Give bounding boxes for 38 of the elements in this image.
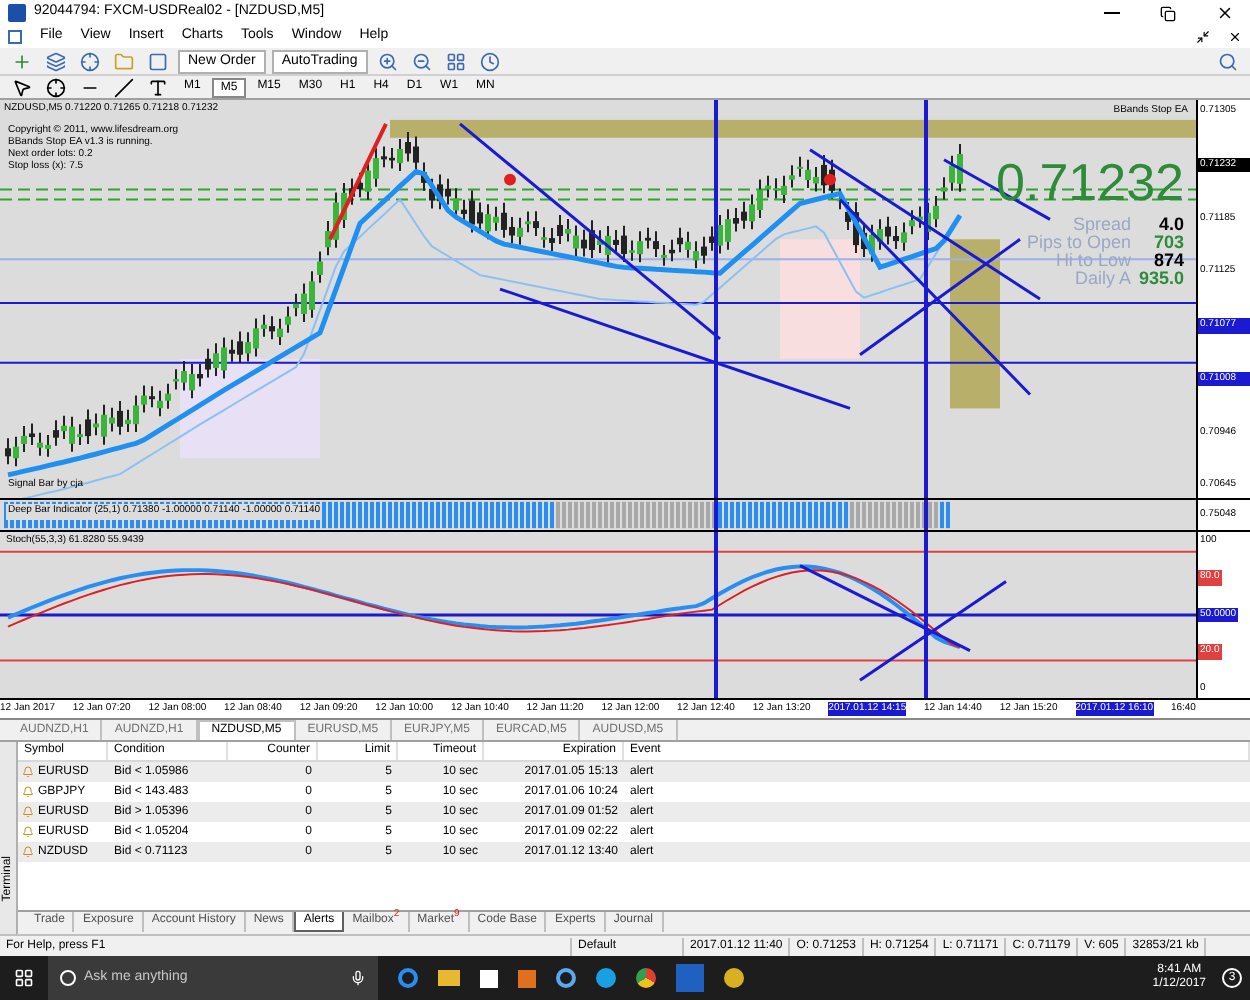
highlight-zone [780, 239, 860, 359]
cursor-icon[interactable] [8, 75, 36, 99]
bell-icon [22, 806, 34, 818]
store-icon[interactable] [480, 969, 498, 987]
app-icon [8, 4, 26, 22]
app-icon[interactable] [724, 968, 744, 988]
close-icon[interactable] [1228, 30, 1242, 44]
browser-icon[interactable] [636, 968, 656, 988]
crosshair-icon[interactable] [42, 75, 70, 99]
bell-icon [22, 766, 34, 778]
stat-label: Spread [1070, 216, 1131, 234]
document-icon [8, 30, 22, 44]
window-icon[interactable] [144, 49, 172, 73]
signal-dot [504, 173, 516, 186]
cortana-icon[interactable] [60, 970, 76, 986]
bell-icon [22, 846, 34, 858]
clock-icon[interactable] [475, 49, 504, 73]
layers-icon[interactable] [42, 49, 70, 73]
browser-icon[interactable] [556, 968, 576, 988]
stat-value: 703 [1151, 234, 1184, 252]
chat-icon[interactable] [596, 968, 616, 988]
restore-icon[interactable] [1160, 5, 1176, 21]
signal-dot [824, 173, 836, 186]
search-icon[interactable] [1214, 49, 1242, 73]
microphone-icon[interactable] [350, 970, 366, 986]
media-icon[interactable] [518, 969, 536, 987]
minimize-icon[interactable] [1196, 30, 1210, 44]
stat-value: 4.0 [1156, 216, 1184, 234]
trendline-icon[interactable] [110, 75, 138, 99]
stat-label: Daily A [1072, 270, 1131, 288]
stat-value: 874 [1151, 252, 1184, 270]
close-icon[interactable] [1216, 4, 1234, 22]
bell-icon [22, 786, 34, 798]
browser-icon[interactable] [398, 968, 418, 988]
stat-label: Pips to Open [1026, 234, 1131, 252]
stat-value: 935.0 [1138, 270, 1184, 288]
bell-icon [22, 826, 34, 838]
trend-line [328, 123, 388, 241]
